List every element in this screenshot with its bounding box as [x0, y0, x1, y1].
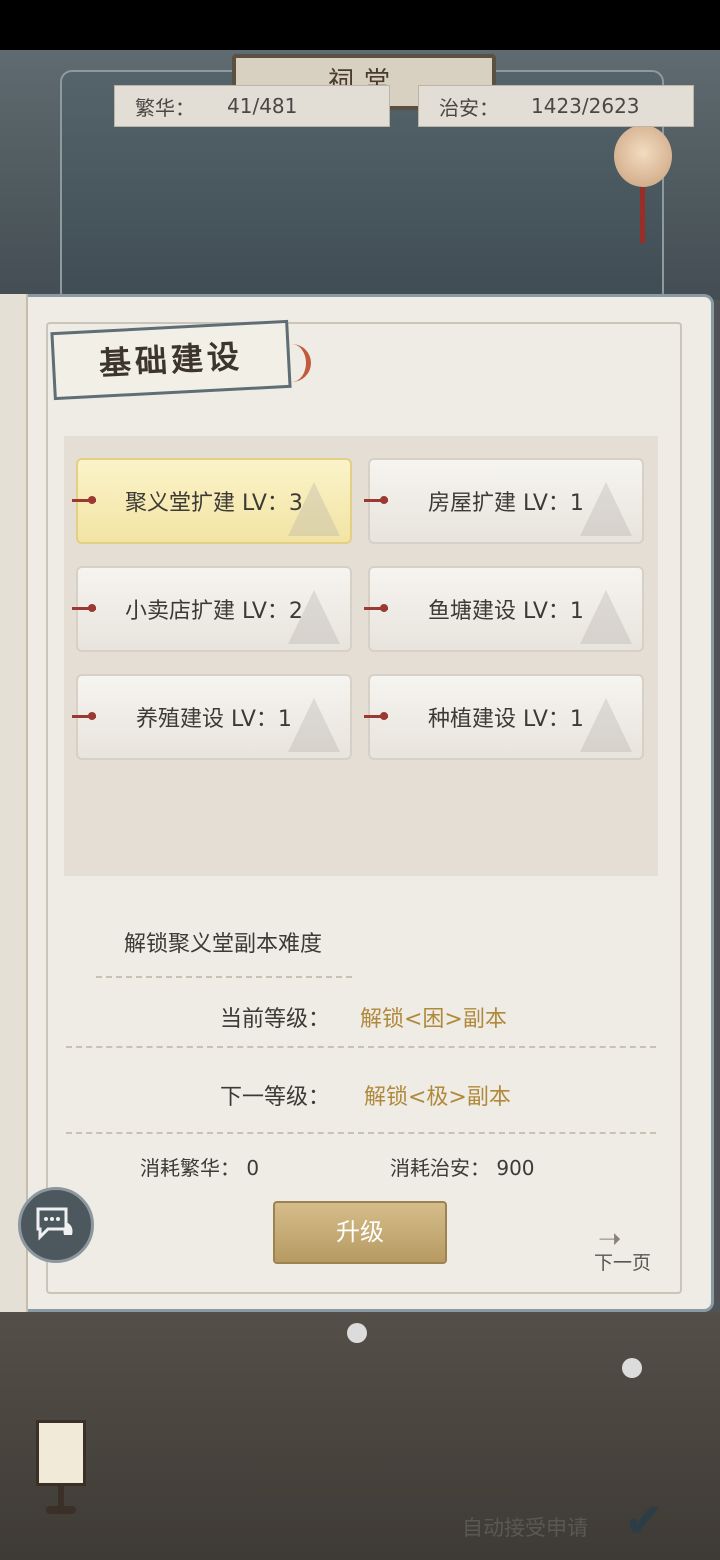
prosperity-value: 41/481	[227, 94, 298, 118]
panel-title: 基础建设	[50, 319, 292, 401]
mountain-icon	[580, 482, 632, 536]
detail-title: 解锁聚义堂副本难度	[124, 932, 323, 957]
next-page-button[interactable]: ➝ 下一页	[588, 1220, 668, 1276]
mountain-icon	[580, 698, 632, 752]
floor-background	[0, 1312, 720, 1560]
chat-bubble-icon	[36, 1207, 73, 1241]
checkmark-icon: ✔	[624, 1493, 665, 1549]
upgrade-button[interactable]: 升级	[273, 1201, 447, 1264]
mountain-icon	[288, 482, 340, 536]
building-card-livestock[interactable]: 养殖建设 LV：1	[72, 674, 352, 760]
lantern-icon	[614, 125, 672, 187]
building-card-housing[interactable]: 房屋扩建 LV：1	[364, 458, 644, 544]
building-label: 鱼塘建设 LV：1	[428, 599, 584, 624]
mountain-icon	[288, 590, 340, 644]
mountain-icon	[288, 698, 340, 752]
building-label: 房屋扩建 LV：1	[428, 491, 584, 516]
prosperity-stat: 繁华： 41/481	[114, 85, 390, 127]
building-card-juyitang[interactable]: 聚义堂扩建 LV：3	[72, 458, 352, 544]
prosperity-label: 繁华：	[135, 95, 195, 120]
building-label: 种植建设 LV：1	[428, 707, 584, 732]
mountain-icon	[580, 590, 632, 644]
security-stat: 治安： 1423/2623	[418, 85, 694, 127]
security-value: 1423/2623	[531, 94, 640, 118]
cost-security: 消耗治安： 900	[390, 1156, 535, 1180]
building-label: 养殖建设 LV：1	[136, 707, 292, 732]
lantern-tassel	[640, 187, 645, 243]
building-card-fishpond[interactable]: 鱼塘建设 LV：1	[364, 566, 644, 652]
divider	[96, 976, 352, 978]
building-card-planting[interactable]: 种植建设 LV：1	[364, 674, 644, 760]
status-bar-area	[0, 0, 720, 50]
pin-icon	[364, 604, 388, 612]
divider	[66, 1046, 656, 1048]
next-level-value: 解锁<极>副本	[364, 1085, 511, 1110]
pin-icon	[364, 496, 388, 504]
current-level-value: 解锁<困>副本	[360, 1007, 507, 1032]
chat-button[interactable]	[18, 1187, 94, 1263]
next-page-label: 下一页	[594, 1252, 652, 1274]
current-level-label: 当前等级：	[220, 1007, 331, 1032]
auto-accept-checkbox[interactable]: ✔	[624, 1497, 670, 1545]
pin-icon	[72, 496, 96, 504]
auto-accept-label: 自动接受申请	[462, 1516, 588, 1540]
building-label: 小卖店扩建 LV：2	[125, 599, 303, 624]
next-level-label: 下一等级：	[220, 1085, 331, 1110]
pin-icon	[364, 712, 388, 720]
building-label: 聚义堂扩建 LV：3	[125, 491, 303, 516]
book-spine	[0, 294, 28, 1312]
lamp-icon	[32, 1420, 90, 1516]
pin-icon	[72, 604, 96, 612]
building-card-shop[interactable]: 小卖店扩建 LV：2	[72, 566, 352, 652]
pin-icon	[72, 712, 96, 720]
divider	[66, 1132, 656, 1134]
petal-decoration	[622, 1358, 642, 1378]
petal-decoration	[347, 1323, 367, 1343]
cost-prosperity: 消耗繁华： 0	[140, 1156, 260, 1180]
security-label: 治安：	[439, 95, 499, 120]
